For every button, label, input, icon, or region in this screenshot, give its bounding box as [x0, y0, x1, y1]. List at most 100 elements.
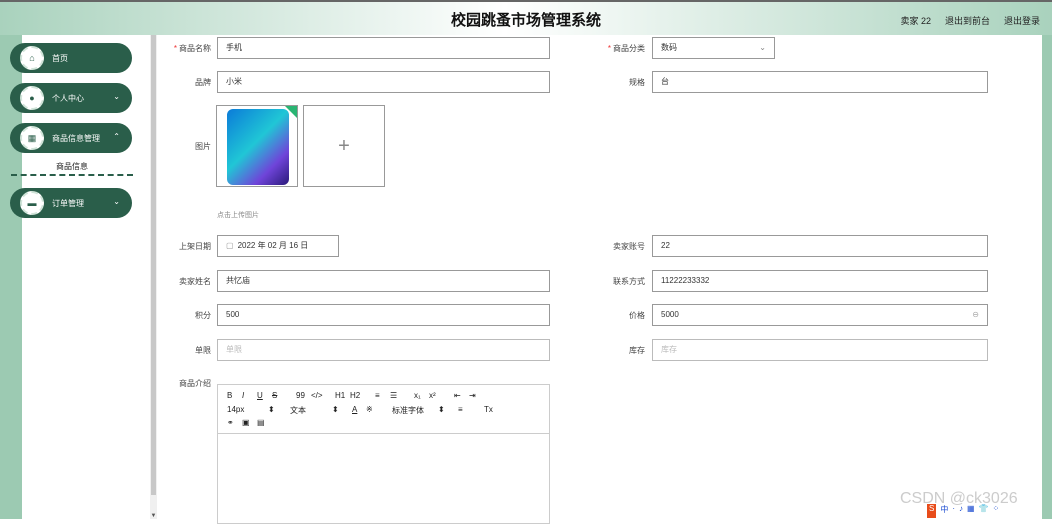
clear-icon[interactable]: ⊖ — [972, 305, 979, 325]
editor-toolbar: B I U S 99 </> H1 H2 ≡ ☰ x₁ x² ⇤ ⇥ 14px … — [218, 385, 549, 434]
chevron-down-icon: ⌄ — [759, 43, 766, 52]
sidebar-item-label: 商品信息管理 — [52, 134, 100, 143]
category-label: * 商品分类 — [607, 44, 645, 53]
brand-input[interactable]: 小米 — [217, 71, 550, 93]
current-user: 卖家 22 — [900, 16, 931, 26]
bold-button[interactable]: B — [227, 391, 232, 400]
to-frontend-link[interactable]: 退出到前台 — [945, 14, 990, 27]
name-label: * 商品名称 — [173, 44, 211, 53]
date-picker[interactable]: ▢ 2022 年 02 月 16 日 — [217, 235, 339, 257]
background-color-icon[interactable]: ※ — [366, 405, 373, 414]
plus-icon: + — [338, 135, 350, 157]
sidebar-item-label: 首页 — [52, 54, 68, 63]
chevron-updown-icon: ⬍ — [332, 405, 339, 414]
submenu-label: 商品信息 — [56, 162, 88, 171]
unit-label: 单限 — [195, 346, 211, 355]
outdent-button[interactable]: ⇤ — [454, 391, 461, 400]
sidebar-item-home[interactable]: ⌂ 首页 — [10, 43, 132, 73]
seller-account-label: 卖家账号 — [613, 242, 645, 251]
strike-button[interactable]: S — [272, 391, 277, 400]
name-input[interactable]: 手机 — [217, 37, 550, 59]
italic-button[interactable]: I — [242, 391, 244, 400]
chevron-down-icon: ⌄ — [113, 92, 120, 101]
text-type-select[interactable]: 文本 — [290, 405, 306, 416]
underline-button[interactable]: U — [257, 391, 263, 400]
upload-hint: 点击上传图片 — [217, 212, 259, 219]
spec-input[interactable]: 台 — [652, 71, 988, 93]
link-icon[interactable]: ⚭ — [227, 418, 234, 427]
image-label: 图片 — [195, 142, 211, 151]
seller-name-input[interactable]: 共忆庙 — [217, 270, 550, 292]
stock-input[interactable]: 库存 — [652, 339, 988, 361]
chevron-updown-icon: ⬍ — [438, 405, 445, 414]
uploaded-badge — [285, 106, 297, 118]
system-title: 校园跳蚤市场管理系统 — [450, 12, 601, 29]
shirt-icon: 👕 — [978, 504, 989, 513]
right-decor-strip — [1042, 35, 1052, 519]
sogou-icon: S — [927, 504, 937, 518]
ordered-list-button[interactable]: ≡ — [375, 391, 380, 400]
superscript-button[interactable]: x² — [429, 391, 436, 400]
order-icon: ▬ — [20, 191, 44, 215]
intro-label: 商品介绍 — [179, 379, 211, 388]
chevron-down-icon: ⌄ — [113, 197, 120, 206]
header-links: 卖家 22 退出到前台 退出登录 — [900, 14, 1040, 27]
keyboard-icon: ▦ — [967, 504, 975, 513]
stock-label: 库存 — [629, 346, 645, 355]
date-label: 上架日期 — [179, 242, 211, 251]
upload-button[interactable]: + — [303, 105, 385, 187]
calendar-icon: ▢ — [226, 241, 234, 250]
points-input[interactable]: 500 — [217, 304, 550, 326]
code-button[interactable]: </> — [311, 391, 323, 400]
points-label: 积分 — [195, 311, 211, 320]
bullet-list-button[interactable]: ☰ — [390, 391, 397, 400]
chevron-updown-icon: ⬍ — [268, 405, 275, 414]
chevron-up-icon: ⌃ — [113, 132, 120, 141]
sidebar-item-personal[interactable]: ● 个人中心 ⌄ — [10, 83, 132, 113]
contact-label: 联系方式 — [613, 277, 645, 286]
submenu-goods-info[interactable]: 商品信息 — [11, 158, 133, 176]
top-header: 校园跳蚤市场管理系统 卖家 22 退出到前台 退出登录 — [0, 0, 1052, 35]
sidebar-item-label: 订单管理 — [52, 199, 84, 208]
home-icon: ⌂ — [20, 46, 44, 70]
goods-form: * 商品名称 手机 * 商品分类 数码 ⌄ 品牌 小米 规格 台 图片 + 点击上传… — [157, 35, 1042, 524]
font-color-icon[interactable]: A — [352, 405, 357, 414]
mic-icon: ♪ — [959, 504, 964, 513]
sidebar-item-label: 个人中心 — [52, 94, 84, 103]
video-icon[interactable]: ▤ — [257, 418, 265, 427]
quote-button[interactable]: 99 — [296, 391, 305, 400]
csdn-toolbar: S 中 · ♪ ▦ 👕 ⁘ — [927, 504, 1027, 518]
h2-button[interactable]: H2 — [350, 391, 360, 400]
category-select[interactable]: 数码 ⌄ — [652, 37, 775, 59]
font-size-select[interactable]: 14px — [227, 405, 244, 414]
seller-account-input[interactable]: 22 — [652, 235, 988, 257]
sidebar-menu: ⌂ 首页 ● 个人中心 ⌄ ▦ 商品信息管理 ⌃ 商品信息 ▬ 订单管理 ⌄ — [10, 35, 150, 519]
price-input[interactable]: 5000 ⊖ — [652, 304, 988, 326]
scroll-down-arrow[interactable]: ▼ — [150, 513, 157, 519]
grid-dots-icon: ⁘ — [992, 504, 1000, 513]
clear-format-icon[interactable]: Tx — [484, 405, 493, 414]
spec-label: 规格 — [629, 78, 645, 87]
user-icon: ● — [20, 86, 44, 110]
unit-input[interactable]: 单限 — [217, 339, 550, 361]
subscript-button[interactable]: x₁ — [414, 391, 421, 400]
ime-cn-icon: 中 — [940, 505, 949, 514]
phone-thumbnail — [227, 109, 289, 185]
indent-button[interactable]: ⇥ — [469, 391, 476, 400]
uploaded-image[interactable] — [216, 105, 298, 187]
seller-name-label: 卖家姓名 — [179, 277, 211, 286]
h1-button[interactable]: H1 — [335, 391, 345, 400]
sidebar-item-goods[interactable]: ▦ 商品信息管理 ⌃ — [10, 123, 132, 153]
scrollbar-thumb[interactable] — [151, 35, 156, 495]
rich-text-editor[interactable]: B I U S 99 </> H1 H2 ≡ ☰ x₁ x² ⇤ ⇥ 14px … — [217, 384, 550, 524]
font-face-select[interactable]: 标准字体 — [392, 405, 424, 416]
contact-input[interactable]: 11222233332 — [652, 270, 988, 292]
logout-link[interactable]: 退出登录 — [1004, 14, 1040, 27]
sidebar-item-orders[interactable]: ▬ 订单管理 ⌄ — [10, 188, 132, 218]
price-label: 价格 — [629, 311, 645, 320]
dot-icon: · — [952, 504, 956, 513]
brand-label: 品牌 — [195, 78, 211, 87]
content-scrollbar[interactable]: ▼ — [150, 35, 157, 519]
image-icon[interactable]: ▣ — [242, 418, 250, 427]
align-icon[interactable]: ≡ — [458, 405, 463, 414]
